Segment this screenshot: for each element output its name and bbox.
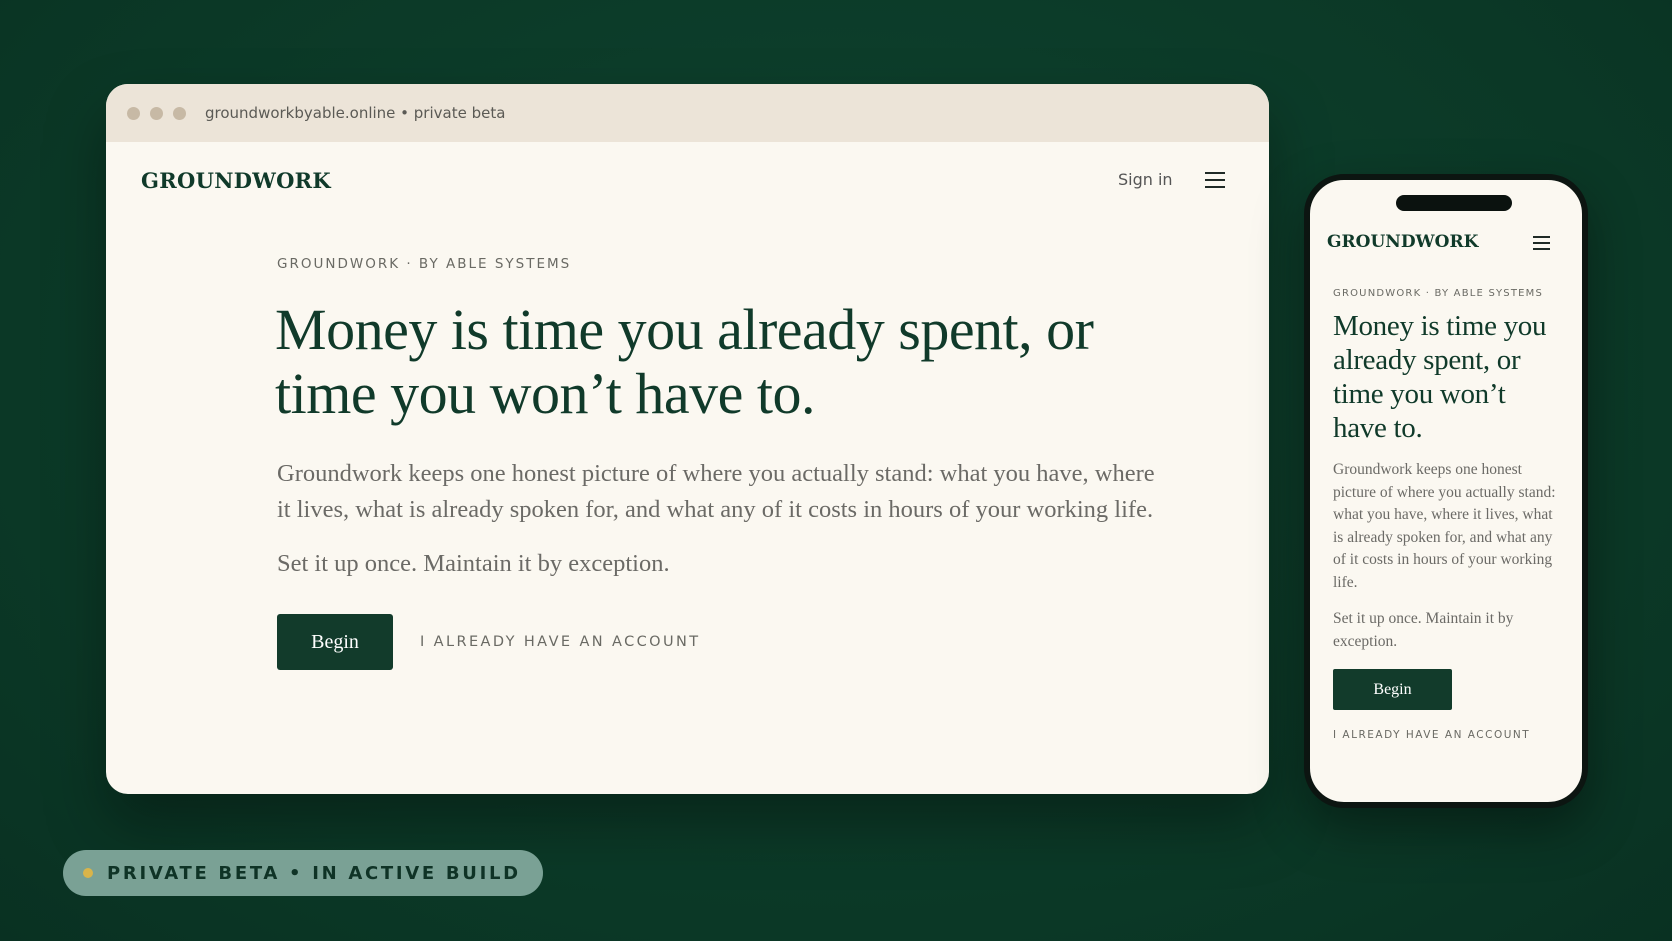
hero-description: Groundwork keeps one honest picture of w… [277,460,1155,523]
mobile-begin-button[interactable]: Begin [1333,669,1452,710]
mobile-phone-mockup: GROUNDWORK GROUNDWORK · BY ABLE SYSTEMS … [1304,174,1588,808]
menu-icon[interactable] [1205,172,1225,193]
window-close-dot [127,106,140,120]
mobile-menu-icon[interactable] [1533,236,1550,254]
existing-account-link[interactable]: I ALREADY HAVE AN ACCOUNT [420,634,700,650]
sign-in-link[interactable]: Sign in [1118,170,1173,189]
site-header: GROUNDWORK Sign in [106,142,1269,224]
begin-button[interactable]: Begin [277,614,393,670]
site-logo[interactable]: GROUNDWORK [141,168,331,193]
phone-notch [1396,195,1512,211]
browser-toolbar: groundworkbyable.online • private beta [106,84,1269,142]
hero-tagline: Set it up once. Maintain it by exception… [277,550,670,577]
status-dot [83,868,93,878]
status-badge-text: PRIVATE BETA • IN ACTIVE BUILD [107,862,521,884]
status-badge: PRIVATE BETA • IN ACTIVE BUILD [63,850,543,896]
desktop-browser-mockup: groundworkbyable.online • private beta G… [106,84,1269,794]
mobile-hero-description: Groundwork keeps one honest picture of w… [1333,461,1556,591]
mobile-hero-headline: Money is time you already spent, or time… [1333,310,1547,444]
window-maximize-dot [173,106,186,120]
window-minimize-dot [150,106,163,120]
address-bar-url[interactable]: groundworkbyable.online • private beta [205,104,505,122]
hero-section: GROUNDWORK · BY ABLE SYSTEMS Money is ti… [275,256,1157,670]
mobile-hero-tagline: Set it up once. Maintain it by exception… [1333,610,1514,650]
hero-headline: Money is time you already spent, or time… [275,297,1094,426]
hero-kicker: GROUNDWORK · BY ABLE SYSTEMS [277,256,572,272]
mobile-hero-kicker: GROUNDWORK · BY ABLE SYSTEMS [1333,288,1544,299]
mobile-site-logo[interactable]: GROUNDWORK [1327,232,1478,252]
hero-actions: Begin I ALREADY HAVE AN ACCOUNT [277,614,1157,670]
mobile-hero-section: GROUNDWORK · BY ABLE SYSTEMS Money is ti… [1333,288,1563,741]
mobile-existing-account-link[interactable]: I ALREADY HAVE AN ACCOUNT [1333,729,1563,741]
